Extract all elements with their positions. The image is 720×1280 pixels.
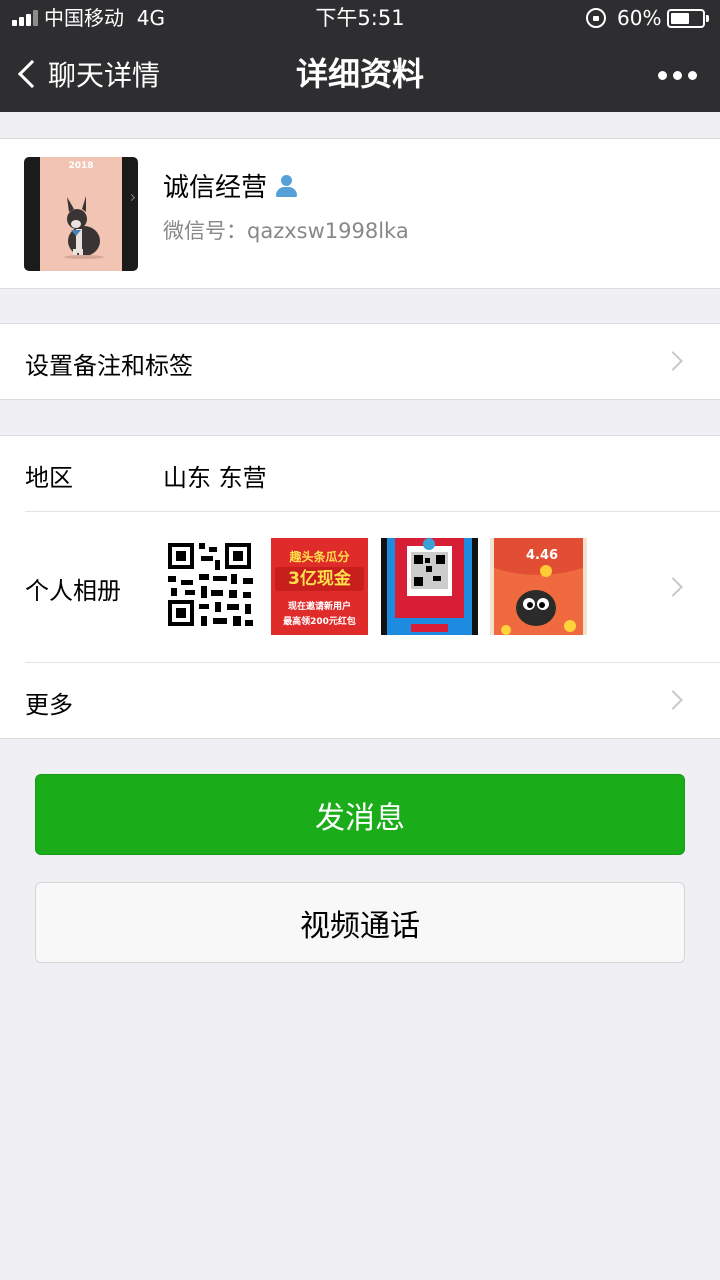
promo-line2: 3亿现金	[275, 567, 364, 591]
region-row: 地区 山东 东营	[0, 436, 720, 511]
album-photo-promo[interactable]: 趣头条瓜分 3亿现金 现在邀请新用户 最高领200元红包	[271, 538, 368, 635]
chevron-right-icon	[663, 351, 683, 371]
chevron-right-icon	[663, 690, 683, 710]
video-call-button[interactable]: 视频通话	[35, 882, 685, 963]
wechat-id: 微信号：qazxsw1998lka	[163, 219, 409, 243]
person-icon	[275, 174, 298, 198]
back-button[interactable]: 聊天详情	[14, 50, 160, 98]
chevron-right-icon	[663, 577, 683, 597]
promo-line4: 最高领200元红包	[283, 617, 356, 627]
album-photo-envelope[interactable]: 4.46	[490, 538, 587, 635]
remark-section: 设置备注和标签	[0, 323, 720, 400]
back-label: 聊天详情	[48, 59, 161, 92]
rotation-lock-icon	[586, 8, 606, 28]
region-label: 地区	[25, 464, 73, 492]
album-photo-qr[interactable]	[163, 538, 260, 635]
more-label: 更多	[25, 691, 73, 719]
battery-percent: 60%	[617, 6, 662, 30]
send-message-button[interactable]: 发消息	[35, 774, 685, 855]
set-remark-label: 设置备注和标签	[25, 352, 193, 380]
avatar[interactable]: 2018	[24, 157, 138, 271]
dog-illustration	[64, 196, 104, 259]
qr-code-image	[168, 543, 253, 626]
set-remark-row[interactable]: 设置备注和标签	[0, 324, 720, 399]
status-time: 下午5:51	[315, 6, 405, 30]
album-photo-poster[interactable]	[381, 538, 478, 635]
region-value: 山东 东营	[163, 464, 267, 492]
profile-card: 2018 诚信经营 微信号：qazxsw1998lka	[0, 138, 720, 289]
more-options-button[interactable]	[650, 56, 706, 92]
envelope-amount: 4.46	[526, 548, 559, 563]
nav-bar: 聊天详情 详细资料	[0, 36, 720, 112]
battery-icon	[667, 9, 709, 28]
status-bar: 中国移动 4G 下午5:51 60%	[0, 0, 720, 36]
ellipsis-icon	[658, 71, 667, 80]
album-label: 个人相册	[25, 577, 121, 605]
profile-name: 诚信经营	[163, 173, 268, 203]
more-row[interactable]: 更多	[0, 663, 720, 738]
qr-poster-image	[387, 538, 472, 635]
chevron-left-icon	[17, 59, 47, 89]
promo-line1: 趣头条瓜分	[289, 550, 350, 564]
promo-line3: 现在邀请新用户	[287, 602, 351, 612]
